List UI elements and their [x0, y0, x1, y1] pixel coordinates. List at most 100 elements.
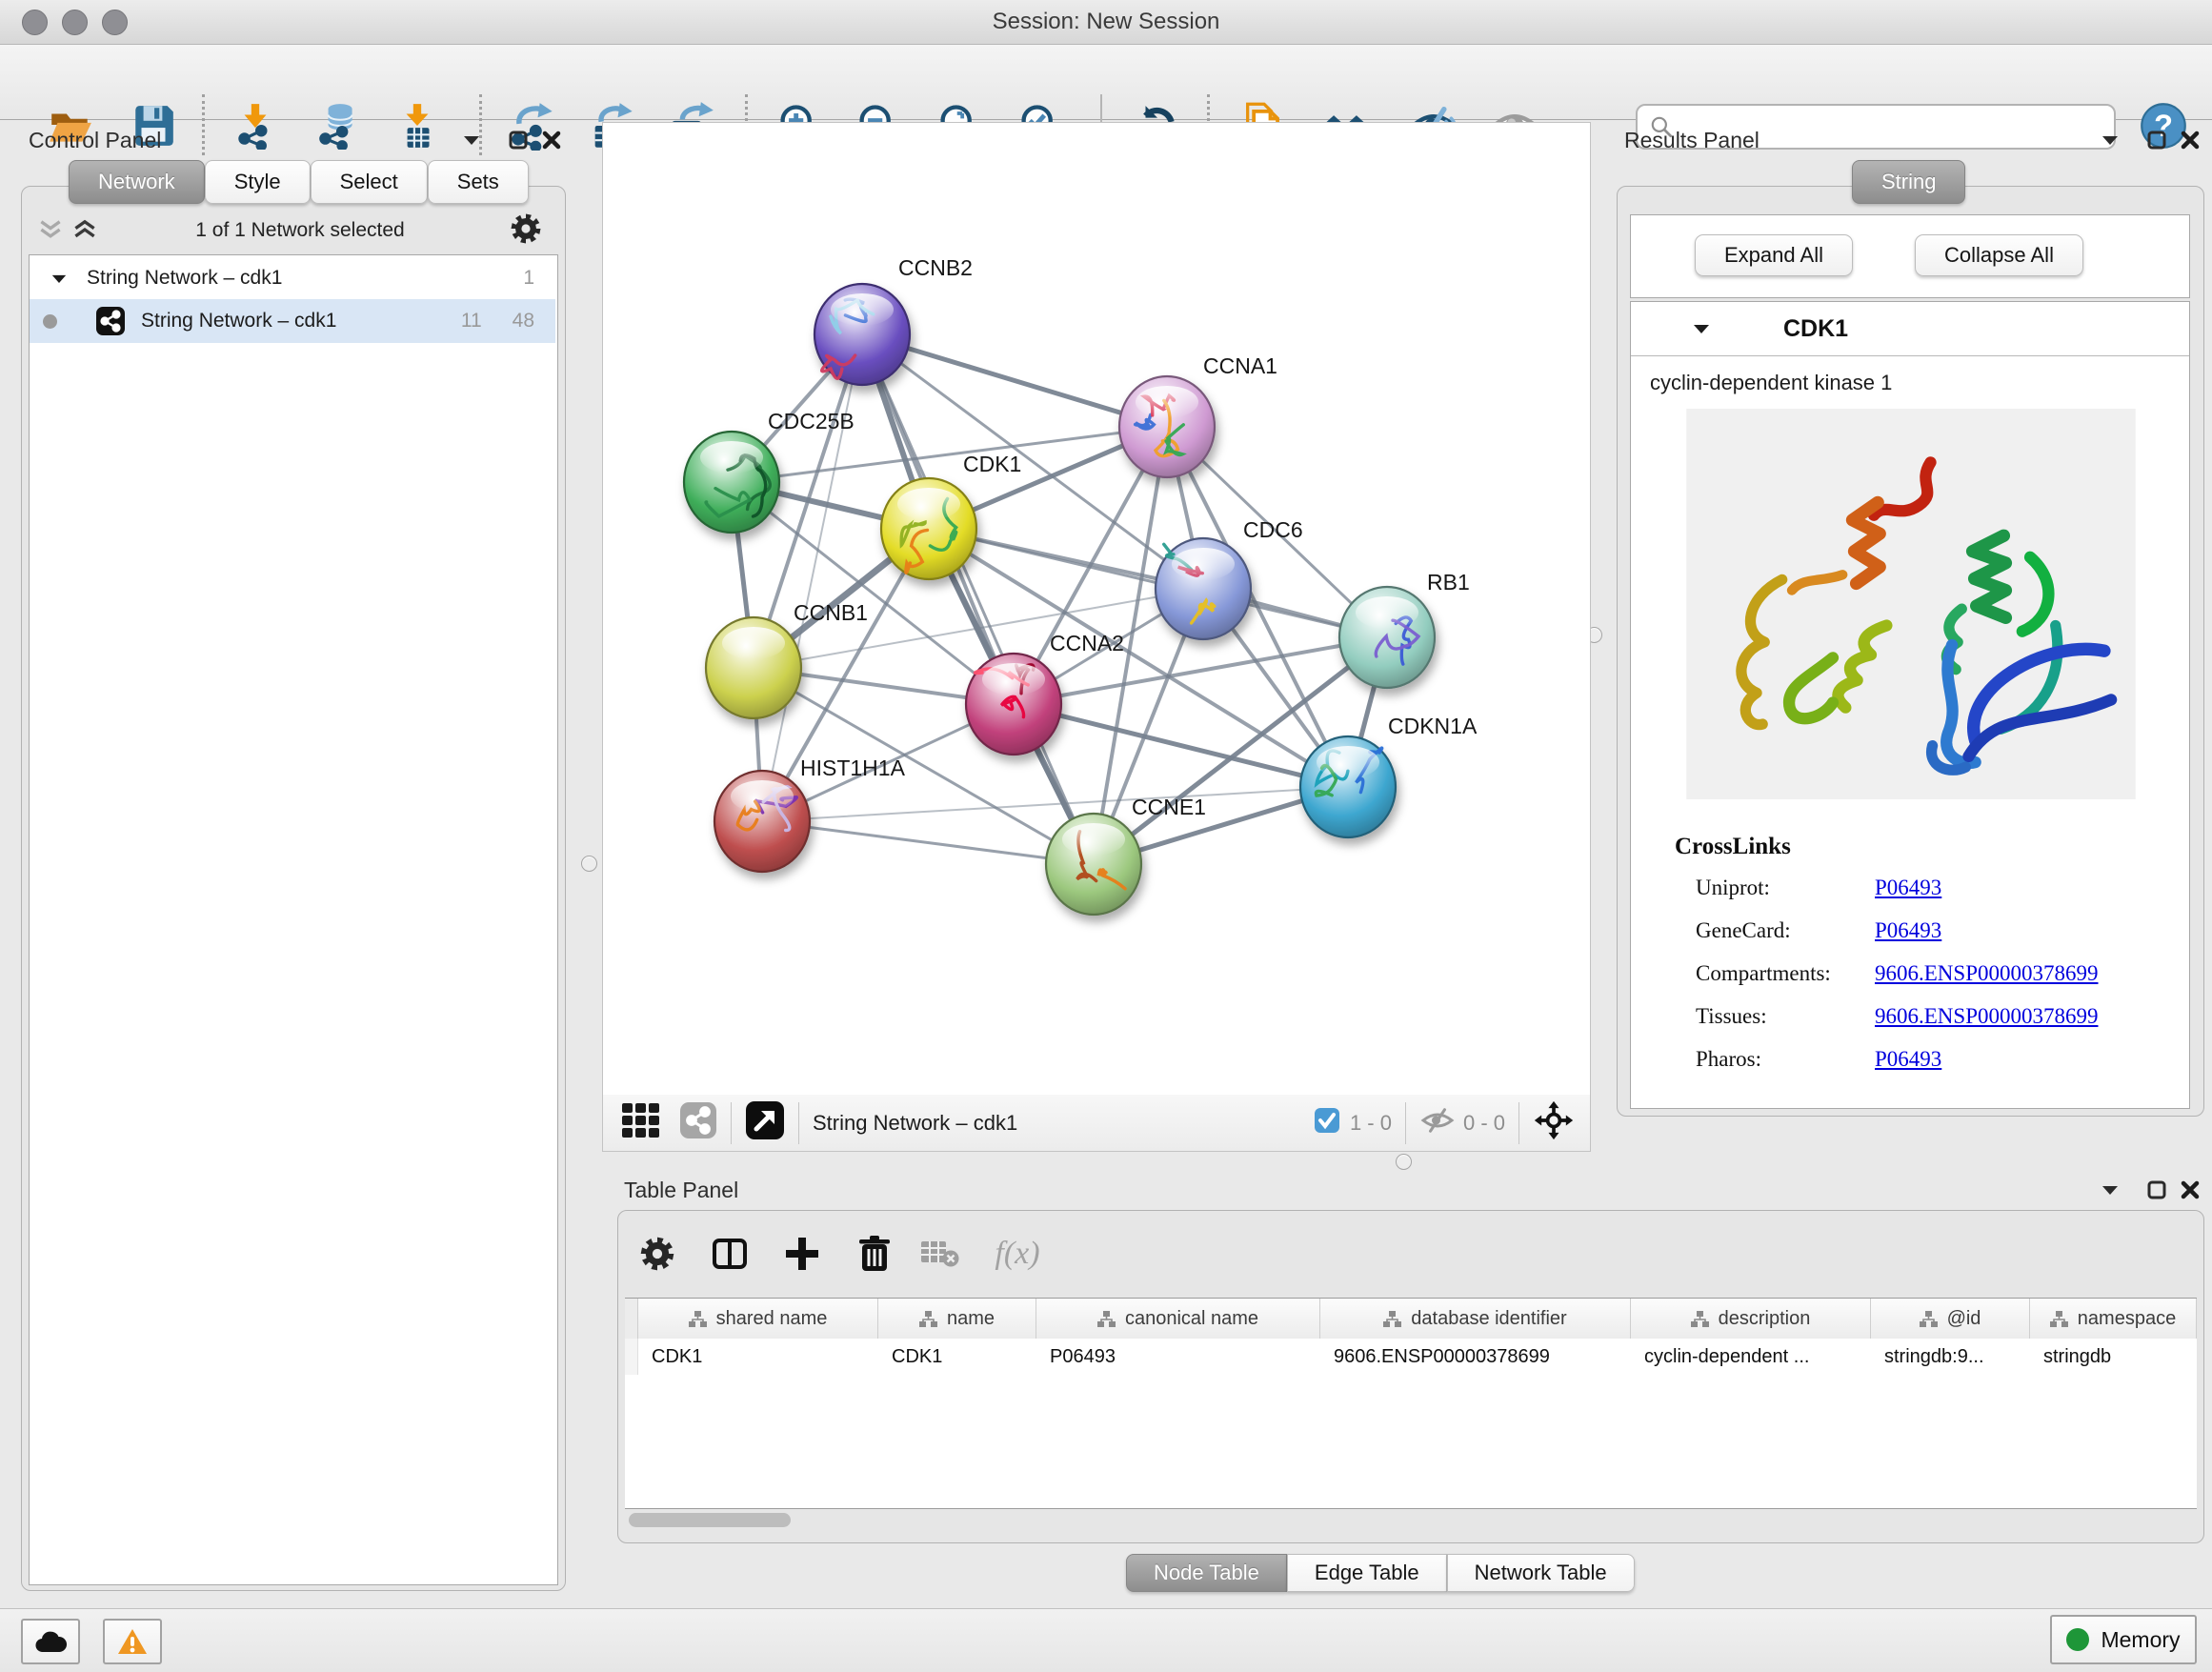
table-panel-menu-button[interactable]	[2094, 1176, 2126, 1204]
selected-nodes-checkbox[interactable]	[1314, 1107, 1340, 1138]
tab-node-table[interactable]: Node Table	[1126, 1554, 1287, 1592]
pan-mode-button[interactable]	[1533, 1099, 1575, 1146]
network-graph[interactable]: CCNB2CCNA1CDC25BCDK1CDC6RB1CCNB1CCNA2CDK…	[603, 123, 1590, 1096]
cloud-button[interactable]	[21, 1619, 80, 1664]
results-panel-menu-button[interactable]	[2094, 126, 2126, 154]
network-share-view-button[interactable]	[679, 1101, 717, 1144]
memory-button[interactable]: Memory	[2050, 1615, 2197, 1664]
collapse-all-button[interactable]: Collapse All	[1915, 234, 2083, 276]
column-header-label: canonical name	[1125, 1308, 1258, 1330]
delete-column-button[interactable]	[848, 1227, 901, 1280]
results-panel-float-button[interactable]	[2141, 126, 2173, 154]
float-window-icon	[2147, 1180, 2166, 1199]
crosslink-label: Compartments:	[1696, 961, 1875, 986]
table-panel-float-button[interactable]	[2141, 1176, 2173, 1204]
table-row-gutter	[625, 1299, 638, 1339]
network-row-selected[interactable]: String Network – cdk1 11 48	[30, 299, 555, 343]
table-cell[interactable]: P06493	[1036, 1339, 1320, 1375]
add-column-button[interactable]	[775, 1227, 829, 1280]
network-node-CCNA1[interactable]: CCNA1	[1119, 353, 1277, 477]
node-table: shared name name canonical name database id…	[625, 1298, 2197, 1509]
memory-label: Memory	[2101, 1627, 2180, 1653]
show-columns-button[interactable]	[703, 1227, 756, 1280]
network-canvas[interactable]: CCNB2CCNA1CDC25BCDK1CDC6RB1CCNB1CCNA2CDK…	[602, 122, 1591, 1097]
edge-CCNE1-HIST1H1A[interactable]	[762, 821, 1094, 864]
tab-select[interactable]: Select	[311, 160, 428, 204]
grid-view-button[interactable]	[620, 1099, 662, 1146]
double-chevron-down-icon	[38, 219, 63, 240]
control-panel-menu-button[interactable]	[455, 126, 488, 154]
table-cell[interactable]: CDK1	[638, 1339, 878, 1375]
column-header-name[interactable]: name	[878, 1299, 1036, 1339]
tab-network-table[interactable]: Network Table	[1447, 1554, 1635, 1592]
network-node-CDK1[interactable]: CDK1	[881, 452, 1021, 579]
function-builder-button-disabled[interactable]: f(x)	[979, 1227, 1056, 1280]
tab-edge-table[interactable]: Edge Table	[1287, 1554, 1447, 1592]
edge-CCNB2-HIST1H1A[interactable]	[762, 334, 862, 821]
expand-all-tree-button[interactable]	[72, 219, 97, 245]
gene-card-header[interactable]: CDK1	[1631, 302, 2189, 356]
left-splitter-handle[interactable]	[581, 856, 597, 872]
crosslink-link[interactable]: 9606.ENSP00000378699	[1875, 1004, 2099, 1029]
node-label-HIST1H1A: HIST1H1A	[800, 755, 906, 780]
table-cell[interactable]: 9606.ENSP00000378699	[1320, 1339, 1631, 1375]
plus-icon	[783, 1235, 821, 1273]
network-collection-row[interactable]: String Network – cdk1 1	[30, 257, 555, 299]
table-options-button[interactable]	[631, 1227, 684, 1280]
table-cell[interactable]: stringdb:9...	[1871, 1339, 2030, 1375]
column-header-database-identifier[interactable]: database identifier	[1320, 1299, 1631, 1339]
node-gloss-highlight	[982, 663, 1045, 695]
import-network-database-button[interactable]	[311, 96, 366, 155]
column-header-shared-name[interactable]: shared name	[638, 1299, 878, 1339]
tab-network[interactable]: Network	[69, 160, 205, 204]
column-header--id[interactable]: @id	[1871, 1299, 2030, 1339]
cloud-icon	[34, 1629, 67, 1654]
import-table-file-button[interactable]	[390, 96, 445, 155]
import-network-file-button[interactable]	[228, 96, 283, 155]
status-bar: Memory	[0, 1608, 2212, 1672]
table-cell[interactable]: cyclin-dependent ...	[1631, 1339, 1871, 1375]
detach-view-button[interactable]	[745, 1100, 785, 1145]
table-row[interactable]: CDK1CDK1P064939606.ENSP00000378699cyclin…	[625, 1339, 2197, 1375]
results-panel-close-button[interactable]	[2174, 126, 2206, 154]
network-list-options-button[interactable]	[510, 212, 542, 250]
network-node-count: 11	[461, 310, 482, 332]
crosslink-link[interactable]: P06493	[1875, 876, 1941, 900]
warnings-button[interactable]	[103, 1619, 162, 1664]
column-header-canonical-name[interactable]: canonical name	[1036, 1299, 1320, 1339]
network-node-CDKN1A[interactable]: CDKN1A	[1300, 714, 1478, 837]
edge-CCNB2-CCNE1[interactable]	[862, 334, 1094, 864]
control-panel-close-button[interactable]	[535, 126, 568, 154]
expand-all-button[interactable]: Expand All	[1695, 234, 1853, 276]
crosslinks-heading: CrossLinks	[1675, 834, 1791, 860]
column-header-label: shared name	[716, 1308, 828, 1330]
bottom-splitter-handle[interactable]	[1396, 1154, 1412, 1170]
column-header-description[interactable]: description	[1631, 1299, 1871, 1339]
network-node-CCNB1[interactable]: CCNB1	[706, 600, 868, 718]
cytoscape-window: { "window": { "title": "Session: New Ses…	[0, 0, 2212, 1671]
tab-sets[interactable]: Sets	[428, 160, 529, 204]
network-node-CCNB2[interactable]: CCNB2	[814, 255, 973, 385]
tree-expander-icon	[50, 272, 68, 285]
shared-column-icon	[1920, 1311, 1938, 1327]
gene-detail-card: CDK1 cyclin-dependent kinase 1 CrossLink…	[1630, 301, 2190, 1109]
shared-column-icon	[2050, 1311, 2068, 1327]
horizontal-scrollbar-thumb[interactable]	[629, 1513, 791, 1527]
control-panel-float-button[interactable]	[502, 126, 534, 154]
delete-table-button-disabled[interactable]	[913, 1227, 966, 1280]
collapse-all-tree-button[interactable]	[38, 219, 63, 245]
column-header-namespace[interactable]: namespace	[2030, 1299, 2197, 1339]
table-panel-title: Table Panel	[624, 1178, 738, 1203]
table-panel-close-button[interactable]	[2174, 1176, 2206, 1204]
tab-string[interactable]: String	[1852, 160, 1965, 204]
crosslink-link[interactable]: P06493	[1875, 1047, 1941, 1072]
network-node-CDC6[interactable]: CDC6	[1156, 517, 1303, 639]
column-header-label: description	[1719, 1308, 1811, 1330]
crosslink-link[interactable]: P06493	[1875, 918, 1941, 943]
table-cell[interactable]: stringdb	[2030, 1339, 2197, 1375]
network-node-RB1[interactable]: RB1	[1339, 570, 1470, 688]
crosslink-link[interactable]: 9606.ENSP00000378699	[1875, 961, 2099, 986]
tab-style[interactable]: Style	[205, 160, 311, 204]
results-panel-title: Results Panel	[1624, 128, 1760, 153]
table-cell[interactable]: CDK1	[878, 1339, 1036, 1375]
